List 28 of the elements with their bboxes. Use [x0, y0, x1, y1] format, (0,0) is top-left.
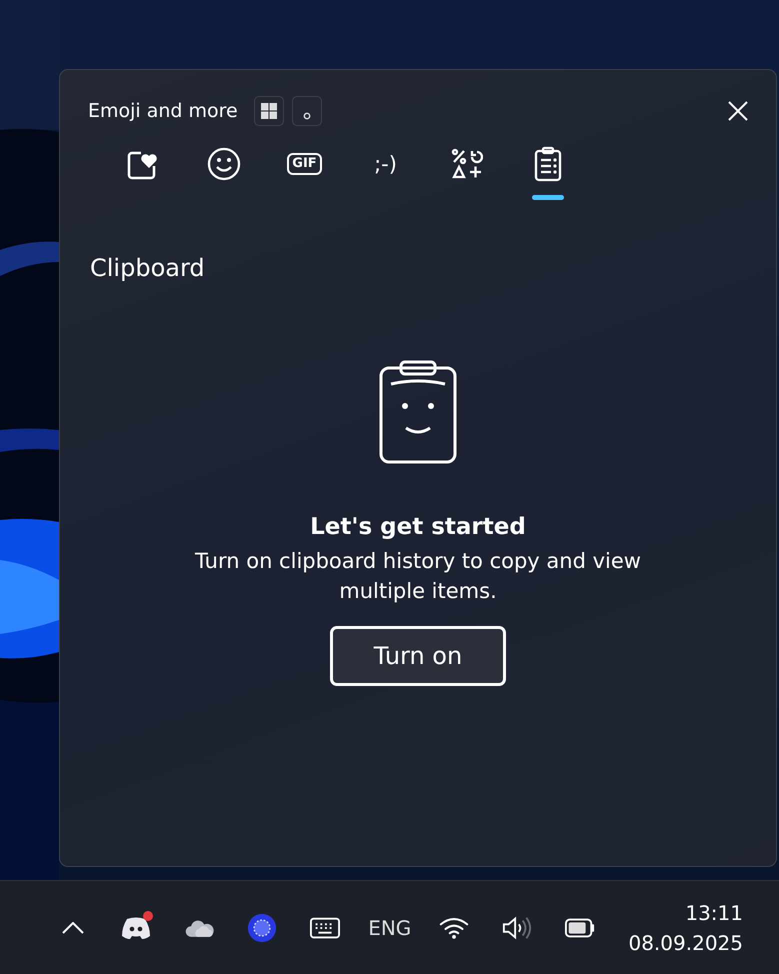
wifi-icon — [439, 916, 470, 940]
clipboard-icon — [534, 146, 562, 182]
category-tab[interactable]: ;-) — [345, 146, 426, 204]
clock[interactable]: 13:11 08.09.2025 — [628, 898, 743, 958]
close-button[interactable] — [728, 101, 748, 121]
battery-icon — [565, 918, 596, 938]
section-title: Clipboard — [90, 254, 206, 282]
small-circle-icon — [302, 112, 311, 120]
kaomoji-label: ;-) — [374, 152, 397, 176]
game-controller-icon — [121, 916, 151, 938]
smiley-icon — [206, 147, 240, 181]
keyboard-icon — [310, 916, 340, 938]
windows-logo-icon — [260, 103, 277, 119]
empty-state-message: Turn on clipboard history to copy and view multiple items. — [194, 548, 642, 605]
chevron-up-icon — [62, 922, 84, 934]
gif-label: GIF — [287, 153, 322, 175]
clipboard-face-icon — [379, 360, 457, 464]
category-tab[interactable]: GIF — [264, 146, 345, 204]
symbols-icon — [450, 148, 482, 180]
speaker-icon — [502, 914, 532, 940]
panel-title: Emoji and more — [88, 100, 238, 122]
empty-state-heading: Let's get started — [310, 514, 526, 540]
windows-key-button[interactable] — [254, 96, 284, 126]
close-icon — [728, 101, 748, 121]
date-label: 08.09.2025 — [628, 930, 743, 956]
turn-on-button[interactable]: Turn on — [330, 626, 506, 686]
time-label: 13:11 — [685, 900, 743, 926]
period-key-button[interactable] — [292, 96, 322, 126]
